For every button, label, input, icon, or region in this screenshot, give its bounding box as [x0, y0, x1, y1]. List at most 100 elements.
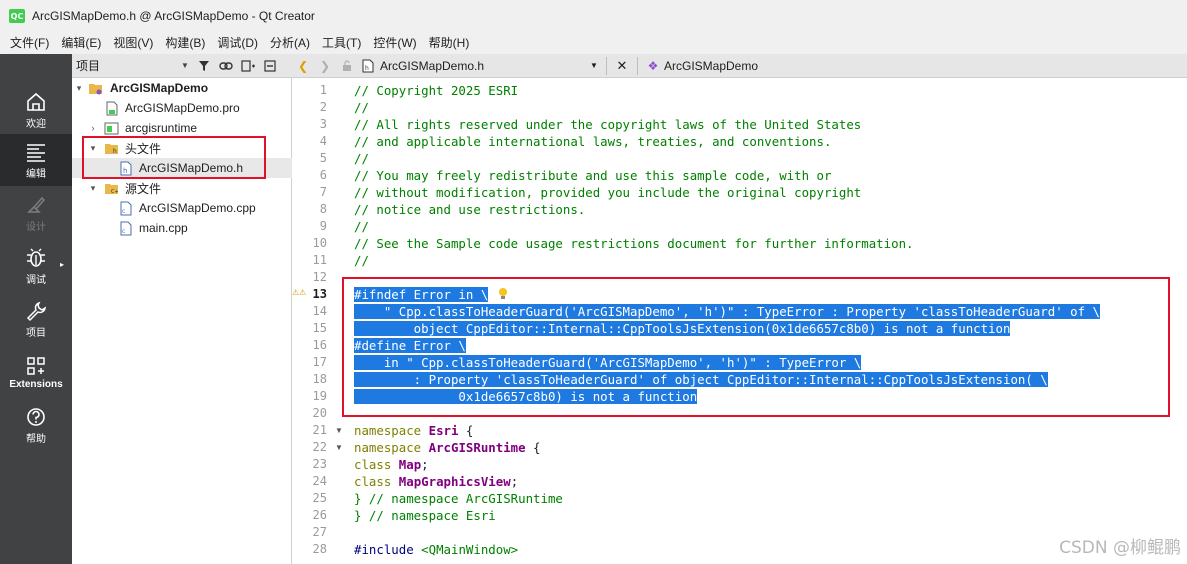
menu-debug[interactable]: 调试(D) — [211, 32, 264, 54]
code-line: // — [354, 100, 369, 115]
filter-icon[interactable] — [193, 55, 215, 77]
code-line: // notice and use restrictions. — [354, 202, 586, 217]
mode-welcome[interactable]: 欢迎 — [0, 84, 72, 136]
menu-view[interactable]: 视图(V) — [107, 32, 159, 54]
close-pane-icon[interactable] — [259, 55, 281, 77]
edit-icon — [27, 143, 45, 162]
code-line: // You may freely redistribute and use t… — [354, 168, 832, 183]
code-line: // — [354, 253, 369, 268]
mode-debug-arrow-icon: ▸ — [59, 260, 64, 269]
code-line: #include <QMainWindow> — [354, 541, 518, 558]
expand-arrow-icon[interactable]: ▾ — [74, 83, 84, 94]
menu-file[interactable]: 文件(F) — [4, 32, 55, 54]
tree-item-pro-file[interactable]: ArcGISMapDemo.pro — [72, 98, 292, 118]
code-punct: { — [525, 440, 541, 455]
help-icon — [27, 407, 45, 426]
cpp-file-icon: c — [120, 201, 132, 215]
mode-edit-label: 编辑 — [26, 168, 46, 180]
code-preprocessor: #include — [354, 542, 414, 557]
mode-help-label: 帮助 — [26, 433, 46, 445]
line-number: 5 — [319, 151, 327, 165]
line-number: 3 — [319, 117, 327, 131]
header-file-icon: h — [362, 59, 374, 72]
split-icon[interactable] — [237, 55, 259, 77]
mode-projects[interactable]: 项目 — [0, 293, 72, 345]
mode-sidebar: 欢迎 编辑 设计 调试 ▸ 项目 Extensions 帮助 — [0, 54, 72, 564]
lock-icon[interactable] — [336, 55, 358, 77]
code-line: // See the Sample code usage restriction… — [354, 236, 914, 251]
tree-item-arcgisruntime[interactable]: › arcgisruntime — [72, 118, 292, 138]
code-line: class MapGraphicsView; — [354, 473, 518, 490]
line-number: 28 — [312, 542, 327, 556]
code-line: // — [354, 151, 369, 166]
menu-build[interactable]: 构建(B) — [159, 32, 211, 54]
chevron-down-icon[interactable]: ▼ — [590, 61, 598, 70]
code-punct: ; — [510, 474, 519, 489]
window-title: ArcGISMapDemo.h @ ArcGISMapDemo - Qt Cre… — [32, 9, 315, 23]
line-number: 21 — [312, 423, 327, 437]
line-number: 24 — [312, 474, 327, 488]
chevron-down-icon[interactable]: ▼ — [181, 61, 193, 70]
line-number: 27 — [312, 525, 327, 539]
close-file-icon[interactable]: ✕ — [611, 55, 633, 77]
code-line: class Map; — [354, 456, 429, 473]
code-line: // and applicable international laws, tr… — [354, 134, 832, 149]
symbol-scope-selector[interactable]: ArcGISMapDemo — [664, 59, 758, 73]
line-number: 19 — [312, 389, 327, 403]
mode-help[interactable]: 帮助 — [0, 399, 72, 451]
toolbar-separator — [606, 56, 607, 75]
watermark: CSDN @柳鲲鹏 — [1059, 538, 1181, 558]
mode-extensions-label: Extensions — [9, 378, 63, 390]
code-keyword: class — [354, 457, 392, 472]
expand-arrow-icon[interactable]: › — [88, 123, 98, 133]
expand-arrow-icon[interactable]: ▾ — [88, 183, 98, 194]
code-line: } // namespace ArcGISRuntime — [354, 491, 563, 506]
tree-item-cpp-file[interactable]: c ArcGISMapDemo.cpp — [72, 198, 292, 218]
mode-design[interactable]: 设计 — [0, 187, 72, 239]
line-number: 20 — [312, 406, 327, 420]
open-file-selector[interactable]: h ArcGISMapDemo.h ▼ — [362, 59, 602, 73]
wrench-icon — [26, 301, 46, 321]
line-number: 6 — [319, 168, 327, 182]
project-tree: ▾ ArcGISMapDemo ArcGISMapDemo.pro › arcg… — [72, 78, 292, 564]
line-number: 10 — [312, 236, 327, 250]
mode-extensions[interactable]: Extensions — [0, 346, 72, 398]
menu-analyze[interactable]: 分析(A) — [264, 32, 316, 54]
line-number: 8 — [319, 202, 327, 216]
class-scope-icon: ❖ — [647, 58, 659, 73]
tree-item-sources-folder[interactable]: ▾ C+ 源文件 — [72, 178, 292, 198]
menu-tools[interactable]: 工具(T) — [316, 32, 367, 54]
warning-icon[interactable]: ⚠⚠ — [292, 284, 306, 301]
code-line: namespace Esri { — [354, 422, 473, 439]
tree-item-main-cpp[interactable]: c main.cpp — [72, 218, 292, 238]
code-line: } // namespace Esri — [354, 508, 496, 523]
project-view-selector[interactable]: 项目 — [76, 57, 181, 74]
svg-text:c: c — [122, 228, 125, 235]
tree-label: ArcGISMapDemo — [110, 81, 209, 95]
editor-toolbar: ❮ ❯ h ArcGISMapDemo.h ▼ ✕ ❖ ArcGISMapDem… — [292, 54, 1187, 78]
svg-text:C+: C+ — [111, 189, 119, 195]
fold-marker-icon[interactable]: ▼ — [335, 439, 343, 456]
menu-controls[interactable]: 控件(W) — [367, 32, 422, 54]
code-line: // — [354, 219, 369, 234]
menu-edit[interactable]: 编辑(E) — [55, 32, 107, 54]
tree-item-project-root[interactable]: ▾ ArcGISMapDemo — [72, 78, 292, 98]
menu-bar: 文件(F) 编辑(E) 视图(V) 构建(B) 调试(D) 分析(A) 工具(T… — [0, 32, 1187, 54]
source-folder-icon: C+ — [105, 183, 119, 195]
cpp-file-icon: c — [120, 221, 132, 235]
mode-debug[interactable]: 调试 ▸ — [0, 240, 72, 292]
fold-marker-icon[interactable]: ▼ — [335, 422, 343, 439]
line-number: 4 — [319, 134, 327, 148]
menu-help[interactable]: 帮助(H) — [423, 32, 476, 54]
mode-edit[interactable]: 编辑 — [0, 134, 72, 186]
back-arrow-icon[interactable]: ❮ — [292, 55, 314, 77]
project-pane-toolbar: 项目 ▼ — [72, 54, 292, 78]
code-line: // All rights reserved under the copyrig… — [354, 117, 862, 132]
extensions-icon — [27, 356, 45, 375]
line-number: 9 — [319, 219, 327, 233]
forward-arrow-icon[interactable]: ❯ — [314, 55, 336, 77]
link-icon[interactable] — [215, 55, 237, 77]
bug-icon — [27, 248, 45, 267]
code-line: // without modification, provided you in… — [354, 185, 862, 200]
code-editor[interactable]: 1 2 3 4 5 6 7 8 9 10 11 12 13 14 15 16 1… — [292, 78, 1187, 564]
